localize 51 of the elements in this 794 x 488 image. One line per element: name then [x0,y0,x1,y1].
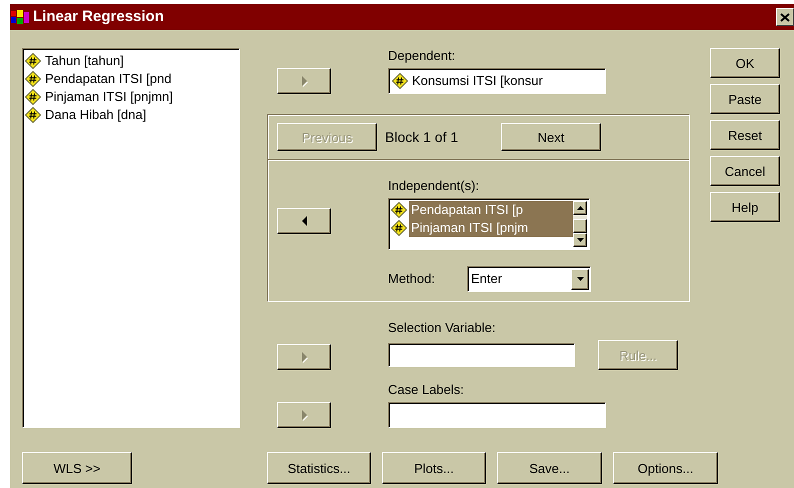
window-title: Linear Regression [33,6,164,27]
field-label: Method: [388,271,436,287]
dialog-button[interactable]: Paste [710,84,780,114]
right-arrow-icon [300,351,308,363]
down-arrow-icon [576,238,584,242]
independent-item[interactable]: Pendapatan ITSI [p [409,201,573,219]
dialog-button[interactable]: Cancel [710,156,780,186]
close-icon [780,12,790,22]
hash-diamond-icon [25,53,41,69]
dependent-field[interactable]: Konsumsi ITSI [konsur [388,68,606,94]
case-labels-field[interactable] [388,402,606,428]
right-arrow-icon [300,409,308,421]
dialog-button[interactable]: Save... [497,452,602,484]
app-icon [10,8,30,26]
field-label: Independent(s): [388,178,480,194]
hash-diamond-icon [391,220,407,236]
variable-label: Pinjaman ITSI [pnjmn] [45,88,173,106]
dialog-button[interactable]: Help [710,192,780,222]
dialog-button[interactable]: WLS >> [22,452,132,484]
variable-item[interactable]: Dana Hibah [dna] [25,106,237,124]
dialog-button[interactable]: OK [710,48,780,78]
left-arrow-icon [300,215,308,227]
caret-icon [576,277,584,281]
selection-field[interactable] [388,343,575,367]
block-counter: Block 1 of 1 [385,128,460,146]
variable-label: Dana Hibah [dna] [45,106,146,124]
independent-item[interactable]: Pinjaman ITSI [pnjm [409,219,573,237]
field-label: Case Labels: [388,382,465,398]
hash-diamond-icon [25,71,41,87]
hash-diamond-icon [392,73,408,89]
close-button[interactable] [776,8,794,26]
variable-item[interactable]: Pendapatan ITSI [pnd [25,70,237,88]
scrollbar[interactable] [573,201,587,247]
next-button[interactable]: Next [501,123,601,151]
variable-item[interactable]: Tahun [tahun] [25,52,237,70]
hash-diamond-icon [25,107,41,123]
dialog-button[interactable]: Reset [710,120,780,150]
hash-diamond-icon [25,89,41,105]
variable-item[interactable]: Pinjaman ITSI [pnjmn] [25,88,237,106]
field-label: Selection Variable: [388,320,496,336]
field-label: Dependent: [388,48,456,64]
dialog-button[interactable]: Options... [613,452,718,484]
variable-label: Pendapatan ITSI [pnd [45,70,172,88]
right-arrow-icon [300,75,308,87]
method-dropdown[interactable]: Enter [467,266,591,292]
dialog-button[interactable]: Statistics... [267,452,371,484]
variable-label: Tahun [tahun] [45,52,124,70]
move-arrow-button[interactable] [277,208,331,234]
dialog-button[interactable]: Plots... [382,452,486,484]
hash-diamond-icon [391,202,407,218]
up-arrow-icon [576,206,584,210]
